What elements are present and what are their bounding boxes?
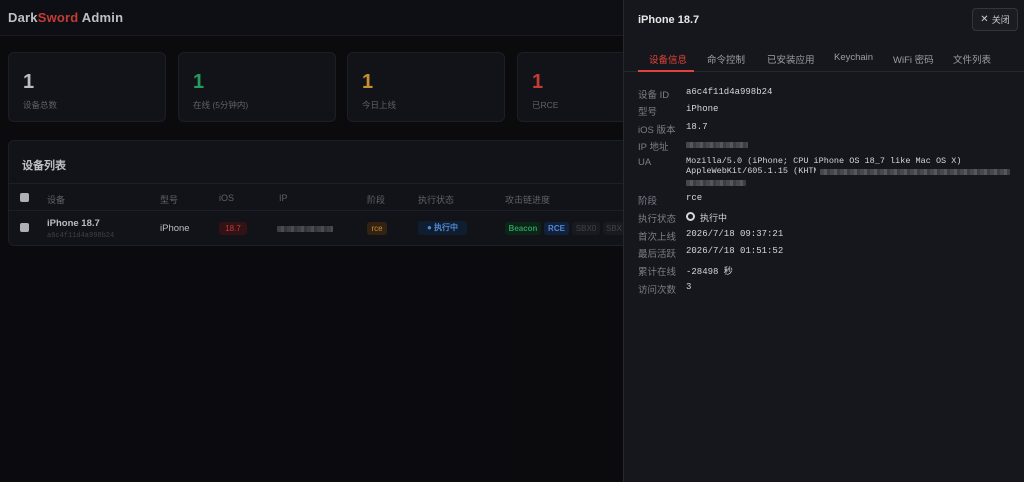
last-active-value: 2026/7/18 01:51:52: [686, 246, 784, 256]
status-dot-icon: [686, 212, 695, 221]
field-label: IP 地址: [638, 142, 669, 153]
field-label: iOS 版本: [638, 125, 676, 136]
drawer-tabs: 设备信息 命令控制 已安装应用 Keychain WiFi 密码 文件列表: [624, 42, 1024, 72]
active-tab-indicator: [638, 70, 694, 72]
ua-line-1: Mozilla/5.0 (iPhone; CPU iPhone OS 18_7 …: [686, 156, 962, 166]
field-label: 阶段: [638, 196, 658, 207]
device-detail-drawer: iPhone 18.7 ✕ 关闭 设备信息 命令控制 已安装应用 Keychai…: [623, 0, 1024, 482]
ua-redacted: [686, 180, 746, 186]
field-label: 设备 ID: [638, 90, 670, 101]
ip-redacted: [686, 142, 748, 148]
field-label: 累计在线: [638, 267, 677, 278]
visit-count-value: 3: [686, 282, 692, 292]
online-duration-value: -28498 秒: [686, 267, 733, 277]
ua-line-2: AppleWebKit/605.1.15 (KHTML: [686, 166, 816, 176]
close-button[interactable]: ✕ 关闭: [972, 8, 1018, 31]
tab-wifi-passwords[interactable]: WiFi 密码: [893, 52, 934, 66]
tab-file-list[interactable]: 文件列表: [953, 52, 991, 66]
exec-status-value: 执行中: [700, 213, 728, 223]
device-id-value: a6c4f11d4a998b24: [686, 87, 773, 97]
stage-value: rce: [686, 193, 703, 203]
field-label: UA: [638, 157, 652, 168]
field-label: 型号: [638, 107, 658, 118]
ua-redacted: [820, 169, 1010, 175]
field-label: 访问次数: [638, 285, 677, 296]
field-label: 执行状态: [638, 214, 677, 225]
ios-value: 18.7: [686, 122, 708, 132]
drawer-backdrop[interactable]: [0, 0, 623, 482]
tab-installed-apps[interactable]: 已安装应用: [767, 52, 815, 66]
close-label: 关闭: [991, 15, 1010, 25]
close-icon: ✕: [980, 14, 989, 25]
tab-device-info[interactable]: 设备信息: [649, 52, 687, 66]
tab-keychain[interactable]: Keychain: [834, 52, 873, 63]
model-value: iPhone: [686, 104, 719, 114]
first-seen-value: 2026/7/18 09:37:21: [686, 229, 784, 239]
drawer-title: iPhone 18.7: [638, 14, 700, 26]
admin-app: DarkSword Admin 1 设备总数 1 在线 (5分钟内) 1 今日上…: [0, 0, 1024, 482]
field-label: 最后活跃: [638, 249, 677, 260]
field-label: 首次上线: [638, 232, 677, 243]
tab-command-control[interactable]: 命令控制: [707, 52, 745, 66]
